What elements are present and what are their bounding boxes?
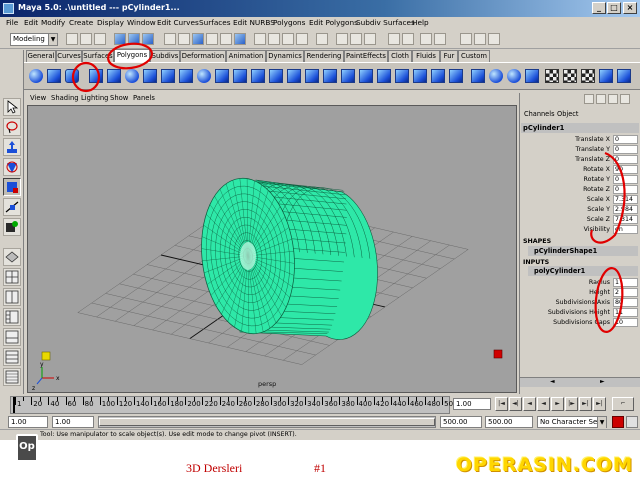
maya-window: Maya 5.0: .\untitled --- pCylinder1... _… <box>0 0 640 440</box>
annotation-circle-polygons-tab <box>107 42 153 70</box>
annotation-curve-transform <box>590 151 626 244</box>
tutorial-number: #1 <box>314 461 326 475</box>
tutorial-title: 3D Dersleri <box>186 461 243 475</box>
annotation-circle-inputs <box>594 267 624 333</box>
annotation-circle-cylinder-icon <box>71 61 101 93</box>
annotation-layer <box>71 42 626 333</box>
site-watermark: OPERASIN.COM <box>456 454 634 476</box>
tutorial-badge: Op <box>16 434 38 462</box>
